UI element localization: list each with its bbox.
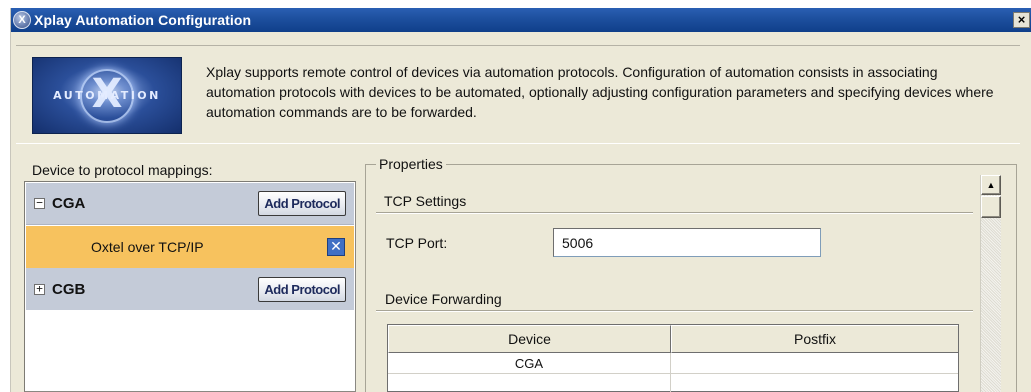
mappings-label: Device to protocol mappings: [32,162,213,178]
device-forwarding-divider [376,310,973,312]
tcp-port-label: TCP Port: [386,235,448,251]
table-row[interactable]: CGA [388,353,958,374]
table-cell-postfix[interactable] [671,374,958,392]
logo-text: AUTOMATION [53,89,161,102]
description-text: Xplay supports remote control of devices… [206,64,994,120]
table-row[interactable] [388,374,958,392]
forwarding-table: Device Postfix CGA [387,324,959,392]
add-protocol-button[interactable]: Add Protocol [258,276,346,302]
automation-logo: X AUTOMATION [32,57,182,134]
tcp-port-input[interactable] [553,228,821,257]
device-row-cga[interactable]: − CGA Add Protocol [26,183,354,225]
table-cell-device[interactable]: CGA [388,353,671,373]
protocol-row-oxtel[interactable]: Oxtel over TCP/IP ✕ [26,226,354,268]
expand-icon[interactable]: + [34,283,45,295]
table-cell-postfix[interactable] [671,353,958,373]
scroll-thumb[interactable] [981,196,1001,218]
column-header-postfix[interactable]: Postfix [671,325,958,353]
add-protocol-button[interactable]: Add Protocol [258,191,346,216]
close-window-button[interactable]: × [1013,12,1030,28]
device-name: CGB [52,280,86,298]
column-header-device[interactable]: Device [388,325,671,353]
protocol-name: Oxtel over TCP/IP [91,239,204,255]
app-icon: X [13,11,31,29]
close-icon[interactable]: ✕ [327,238,345,256]
device-protocol-tree[interactable]: − CGA Add Protocol Oxtel over TCP/IP ✕ +… [24,181,356,392]
scroll-up-icon[interactable]: ▲ [981,175,1001,195]
table-header: Device Postfix [388,325,958,353]
device-name: CGA [52,195,86,212]
properties-scrollbar[interactable]: ▲ [980,175,1001,392]
table-cell-device[interactable] [388,374,671,392]
header-panel: X AUTOMATION Xplay supports remote contr… [16,45,1020,144]
device-row-cgb[interactable]: + CGB Add Protocol [26,268,354,310]
window-title: Xplay Automation Configuration [34,12,252,28]
device-forwarding-heading: Device Forwarding [385,291,502,307]
tcp-settings-divider [376,212,973,214]
title-bar[interactable]: X Xplay Automation Configuration × [11,8,1031,32]
tcp-settings-heading: TCP Settings [384,193,467,209]
collapse-icon[interactable]: − [34,197,45,209]
properties-legend: Properties [376,156,446,172]
